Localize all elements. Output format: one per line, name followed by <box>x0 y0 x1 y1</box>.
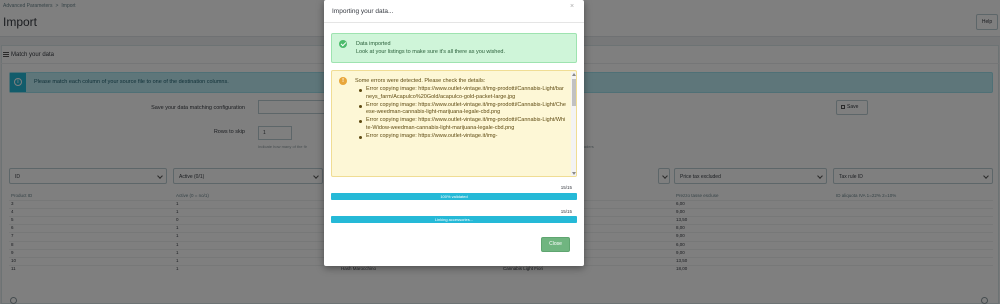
warning-alert: ! Some errors were detected. Please chec… <box>331 70 577 177</box>
error-item: Error copying image: https://www.outlet-… <box>358 117 566 133</box>
modal-header: Importing your data... × <box>324 0 584 23</box>
scrollbar-thumb[interactable] <box>572 79 576 106</box>
success-alert: Data imported Look at your listings to m… <box>331 33 577 63</box>
import-progress-bar: Linking accessories... <box>331 216 577 223</box>
warning-circle-icon: ! <box>339 77 347 85</box>
success-title: Data imported <box>356 41 391 47</box>
error-item: Error copying image: https://www.outlet-… <box>358 133 566 141</box>
error-item: Error copying image: https://www.outlet-… <box>358 102 566 118</box>
check-circle-icon <box>339 40 347 48</box>
modal-title: Importing your data... <box>332 8 394 15</box>
close-button[interactable]: Close <box>541 237 570 252</box>
scroll-up-icon[interactable] <box>572 73 576 76</box>
import-progress-modal: Importing your data... × Data imported L… <box>324 0 584 266</box>
import-progress-count: 15/15 <box>560 209 572 214</box>
validation-progress-bar: 100% validated <box>331 193 577 200</box>
validation-progress-label: 100% validated <box>440 194 468 199</box>
warning-scrollbar[interactable] <box>571 72 576 176</box>
import-progress-label: Linking accessories... <box>434 217 474 222</box>
warning-intro: Some errors were detected. Please check … <box>355 78 486 84</box>
validation-progress-count: 15/15 <box>560 185 572 190</box>
close-icon[interactable]: × <box>570 3 574 10</box>
scroll-down-icon[interactable] <box>572 172 576 175</box>
error-list: Error copying image: https://www.outlet-… <box>358 86 566 141</box>
error-item: Error copying image: https://www.outlet-… <box>358 86 566 102</box>
success-text: Look at your listings to make sure it's … <box>356 49 506 55</box>
